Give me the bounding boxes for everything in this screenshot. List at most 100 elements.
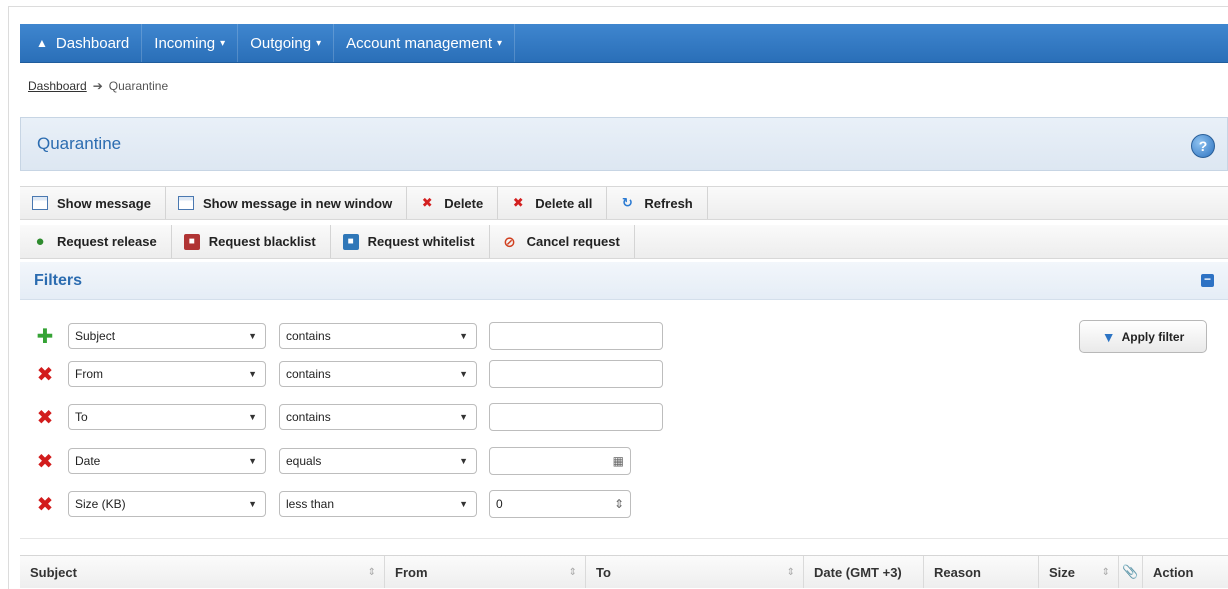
- dropdown-arrow-icon: ▼: [459, 369, 468, 379]
- window-icon: [32, 196, 48, 210]
- column-action-label: Action: [1153, 564, 1194, 580]
- cancel-request-button[interactable]: ⊘ Cancel request: [490, 225, 635, 258]
- filters-title: Filters: [34, 271, 83, 289]
- filter-field-value: Subject: [75, 329, 116, 343]
- column-header-from[interactable]: From ⇕: [385, 556, 586, 588]
- filter-field-select[interactable]: Size (KB) ▼: [68, 491, 266, 517]
- filter-value-input[interactable]: [489, 403, 663, 431]
- dropdown-arrow-icon: ▼: [248, 456, 257, 466]
- column-from-label: From: [395, 564, 428, 580]
- dropdown-arrow-icon: ▼: [459, 456, 468, 466]
- delete-button[interactable]: ✖ Delete: [407, 187, 499, 219]
- dropdown-arrow-icon: ▼: [248, 499, 257, 509]
- filter-field-value: To: [75, 410, 88, 424]
- column-header-action: Action: [1143, 556, 1228, 588]
- filter-operator-select[interactable]: contains ▼: [279, 404, 477, 430]
- filter-field-value: From: [75, 367, 103, 381]
- filter-operator-value: contains: [286, 367, 331, 381]
- sort-icon: ⇕: [568, 566, 577, 578]
- filter-value-input[interactable]: [489, 360, 663, 388]
- dropdown-arrow-icon: ▼: [248, 412, 257, 422]
- filter-operator-select[interactable]: contains ▼: [279, 361, 477, 387]
- request-blacklist-button[interactable]: ■ Request blacklist: [172, 225, 331, 258]
- filter-field-select[interactable]: Date ▼: [68, 448, 266, 474]
- filter-row: ✚ Subject ▼ contains ▼: [34, 322, 663, 350]
- collapse-icon[interactable]: −: [1201, 273, 1214, 287]
- help-icon[interactable]: ?: [1191, 134, 1215, 158]
- whitelist-icon: ■: [342, 233, 359, 250]
- chevron-down-icon: ▾: [497, 37, 503, 49]
- column-reason-label: Reason: [934, 564, 981, 580]
- spinner-icon[interactable]: ⇕: [614, 497, 624, 511]
- calendar-icon[interactable]: ▦: [613, 454, 624, 468]
- column-header-subject[interactable]: Subject ⇕: [20, 556, 385, 588]
- date-picker-input[interactable]: ▦: [489, 447, 631, 475]
- filter-operator-select[interactable]: equals ▼: [279, 448, 477, 474]
- show-message-new-window-button[interactable]: Show message in new window: [166, 187, 408, 219]
- request-whitelist-button[interactable]: ■ Request whitelist: [331, 225, 490, 258]
- add-filter-icon[interactable]: ✚: [34, 324, 56, 349]
- page-title: Quarantine: [37, 134, 122, 153]
- nav-dashboard[interactable]: ▲ Dashboard: [20, 24, 143, 62]
- filter-row: ✖ Size (KB) ▼ less than ▼ 0 ⇕: [34, 490, 631, 518]
- breadcrumb-dashboard-link[interactable]: Dashboard: [28, 79, 87, 93]
- dropdown-arrow-icon: ▼: [459, 331, 468, 341]
- remove-filter-icon[interactable]: ✖: [34, 492, 56, 517]
- filter-field-select[interactable]: Subject ▼: [68, 323, 266, 349]
- delete-label: Delete: [444, 195, 484, 211]
- column-header-date[interactable]: Date (GMT +3): [804, 556, 924, 588]
- refresh-button[interactable]: ↻ Refresh: [607, 187, 708, 219]
- filter-field-value: Size (KB): [75, 497, 126, 511]
- dropdown-arrow-icon: ▼: [459, 412, 468, 422]
- filter-operator-value: equals: [286, 454, 322, 468]
- filters-header: Filters −: [20, 262, 1228, 300]
- size-stepper[interactable]: 0 ⇕: [489, 490, 631, 518]
- size-value: 0: [496, 497, 503, 511]
- remove-filter-icon[interactable]: ✖: [34, 449, 56, 474]
- delete-all-label: Delete all: [535, 195, 593, 211]
- refresh-label: Refresh: [644, 195, 693, 211]
- funnel-icon: ▼: [1101, 328, 1116, 345]
- attachment-icon: 📎: [1122, 564, 1139, 579]
- remove-filter-icon[interactable]: ✖: [34, 405, 56, 430]
- delete-all-button[interactable]: ✖ Delete all: [498, 187, 608, 219]
- apply-filter-button[interactable]: ▼ Apply filter: [1079, 320, 1207, 353]
- column-header-size[interactable]: Size ⇕: [1039, 556, 1119, 588]
- filter-operator-select[interactable]: less than ▼: [279, 491, 477, 517]
- top-nav: ▲ Dashboard Incoming ▾ Outgoing ▾ Accoun…: [20, 24, 1228, 63]
- dropdown-arrow-icon: ▼: [248, 369, 257, 379]
- toolbar-requests: ● Request release ■ Request blacklist ■ …: [20, 225, 1228, 259]
- filter-field-select[interactable]: To ▼: [68, 404, 266, 430]
- show-message-label: Show message: [57, 195, 151, 211]
- request-blacklist-label: Request blacklist: [208, 234, 316, 249]
- column-header-attachment[interactable]: 📎: [1119, 556, 1143, 588]
- refresh-icon: ↻: [621, 195, 633, 210]
- sort-icon: ⇕: [1101, 566, 1110, 578]
- request-whitelist-label: Request whitelist: [367, 234, 475, 249]
- nav-outgoing[interactable]: Outgoing ▾: [238, 24, 335, 62]
- toolbar-primary: Show message Show message in new window …: [20, 186, 1228, 220]
- filter-field-select[interactable]: From ▼: [68, 361, 266, 387]
- request-release-button[interactable]: ● Request release: [20, 225, 172, 258]
- filter-operator-select[interactable]: contains ▼: [279, 323, 477, 349]
- remove-filter-icon[interactable]: ✖: [34, 362, 56, 387]
- filter-row: ✖ To ▼ contains ▼: [34, 403, 663, 431]
- column-header-to[interactable]: To ⇕: [586, 556, 804, 588]
- nav-account-management[interactable]: Account management ▾: [334, 24, 516, 62]
- column-to-label: To: [596, 564, 611, 580]
- delete-all-icon: ✖: [512, 195, 524, 210]
- home-icon: ▲: [36, 36, 48, 50]
- column-size-label: Size: [1049, 564, 1076, 580]
- column-header-reason[interactable]: Reason: [924, 556, 1039, 588]
- column-subject-label: Subject: [30, 564, 77, 580]
- page-title-panel: Quarantine ?: [20, 117, 1228, 171]
- apply-filter-label: Apply filter: [1121, 329, 1185, 344]
- window-icon: [177, 196, 194, 210]
- show-message-button[interactable]: Show message: [20, 187, 166, 219]
- filter-value-input[interactable]: [489, 322, 663, 350]
- filter-operator-value: less than: [286, 497, 335, 511]
- nav-incoming[interactable]: Incoming ▾: [142, 24, 239, 62]
- table-header: Subject ⇕ From ⇕ To ⇕ Date (GMT +3) Reas…: [20, 555, 1228, 588]
- cancel-request-label: Cancel request: [526, 234, 620, 249]
- request-release-label: Request release: [57, 234, 157, 249]
